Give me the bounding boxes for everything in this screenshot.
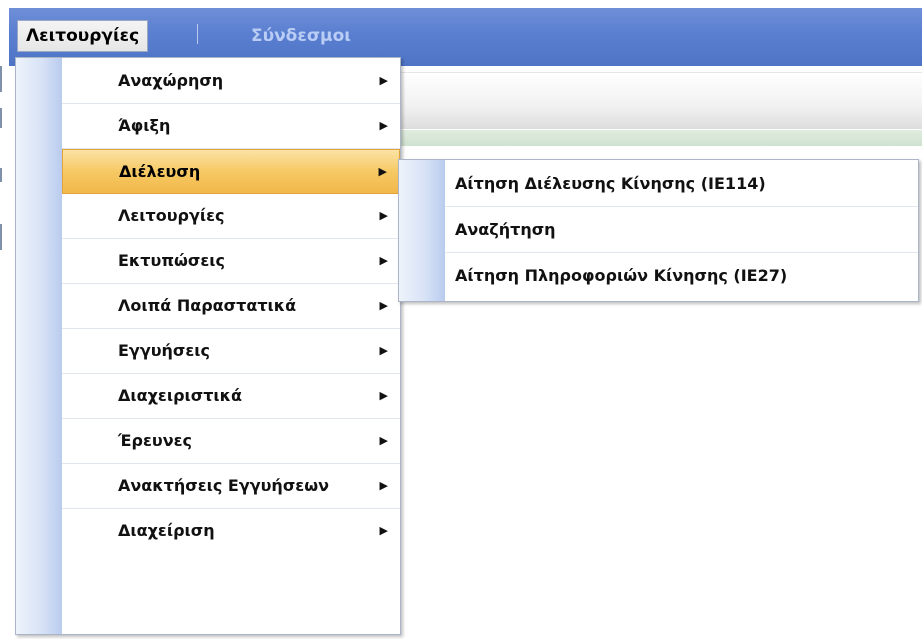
submenu-arrow-icon: ▶ bbox=[379, 254, 388, 267]
screen: Λειτουργίες Σύνδεσμοι Αναχώρηση ▶ Άφιξη … bbox=[0, 0, 922, 639]
submenu-item-info-request[interactable]: Αίτηση Πληροφοριών Κίνησης (IE27) bbox=[445, 253, 918, 299]
menu-item-administrative[interactable]: Διαχειριστικά ▶ bbox=[62, 374, 400, 419]
menu-item-label: Διέλευση bbox=[119, 162, 201, 181]
menubar-item-links[interactable]: Σύνδεσμοι bbox=[251, 21, 351, 51]
submenu-arrow-icon: ▶ bbox=[379, 209, 388, 222]
menu-icon-rail bbox=[399, 160, 445, 301]
menu-item-label: Αίτηση Πληροφοριών Κίνησης (IE27) bbox=[455, 266, 788, 285]
menu-items: Αναχώρηση ▶ Άφιξη ▶ Διέλευση ▶ Λειτουργί… bbox=[62, 59, 400, 554]
menu-item-arrival[interactable]: Άφιξη ▶ bbox=[62, 104, 400, 149]
menu-item-inquiries[interactable]: Έρευνες ▶ bbox=[62, 419, 400, 464]
menu-item-label: Εγγυήσεις bbox=[118, 341, 211, 360]
menu-item-prints[interactable]: Εκτυπώσεις ▶ bbox=[62, 239, 400, 284]
submenu-items: Αίτηση Διέλευσης Κίνησης (IE114) Αναζήτη… bbox=[445, 161, 918, 299]
menu-item-management[interactable]: Διαχείριση ▶ bbox=[62, 509, 400, 554]
submenu-arrow-icon: ▶ bbox=[379, 434, 388, 447]
submenu-arrow-icon: ▶ bbox=[379, 299, 388, 312]
transit-submenu: Αίτηση Διέλευσης Κίνησης (IE114) Αναζήτη… bbox=[398, 159, 919, 302]
menu-item-label: Λοιπά Παραστατικά bbox=[118, 296, 297, 315]
window-edge bbox=[0, 108, 2, 128]
window-edge bbox=[0, 224, 2, 250]
menu-item-label: Εκτυπώσεις bbox=[118, 251, 225, 270]
page-toolbar-strip bbox=[395, 72, 922, 129]
menu-item-transit[interactable]: Διέλευση ▶ bbox=[62, 149, 400, 194]
submenu-arrow-icon: ▶ bbox=[379, 74, 388, 87]
menu-item-guarantee-recoveries[interactable]: Ανακτήσεις Εγγυήσεων ▶ bbox=[62, 464, 400, 509]
menu-item-label: Άφιξη bbox=[118, 116, 171, 135]
menu-item-label: Λειτουργίες bbox=[118, 206, 225, 225]
menu-item-label: Αναζήτηση bbox=[455, 220, 556, 239]
menu-icon-rail bbox=[16, 58, 62, 634]
submenu-item-search[interactable]: Αναζήτηση bbox=[445, 207, 918, 253]
submenu-arrow-icon: ▶ bbox=[379, 479, 388, 492]
window-edge bbox=[0, 168, 2, 182]
submenu-arrow-icon: ▶ bbox=[379, 524, 388, 537]
menu-item-label: Διαχείριση bbox=[118, 521, 215, 540]
submenu-arrow-icon: ▶ bbox=[378, 165, 387, 178]
submenu-arrow-icon: ▶ bbox=[379, 119, 388, 132]
menu-item-departure[interactable]: Αναχώρηση ▶ bbox=[62, 59, 400, 104]
menu-item-other-documents[interactable]: Λοιπά Παραστατικά ▶ bbox=[62, 284, 400, 329]
menu-item-label: Ανακτήσεις Εγγυήσεων bbox=[118, 476, 329, 495]
submenu-arrow-icon: ▶ bbox=[379, 344, 388, 357]
submenu-arrow-icon: ▶ bbox=[379, 389, 388, 402]
menu-item-label: Έρευνες bbox=[118, 431, 192, 450]
menu-item-functions[interactable]: Λειτουργίες ▶ bbox=[62, 194, 400, 239]
functions-dropdown-menu: Αναχώρηση ▶ Άφιξη ▶ Διέλευση ▶ Λειτουργί… bbox=[15, 57, 401, 635]
menubar-item-functions[interactable]: Λειτουργίες bbox=[17, 20, 149, 52]
page-status-strip bbox=[395, 130, 922, 146]
window-edge bbox=[0, 66, 2, 92]
menu-item-guarantees[interactable]: Εγγυήσεις ▶ bbox=[62, 329, 400, 374]
submenu-item-transit-request[interactable]: Αίτηση Διέλευσης Κίνησης (IE114) bbox=[445, 161, 918, 207]
menu-item-label: Διαχειριστικά bbox=[118, 386, 243, 405]
menubar-separator bbox=[197, 24, 198, 44]
menu-item-label: Αναχώρηση bbox=[118, 71, 224, 90]
menu-item-label: Αίτηση Διέλευσης Κίνησης (IE114) bbox=[455, 174, 766, 193]
